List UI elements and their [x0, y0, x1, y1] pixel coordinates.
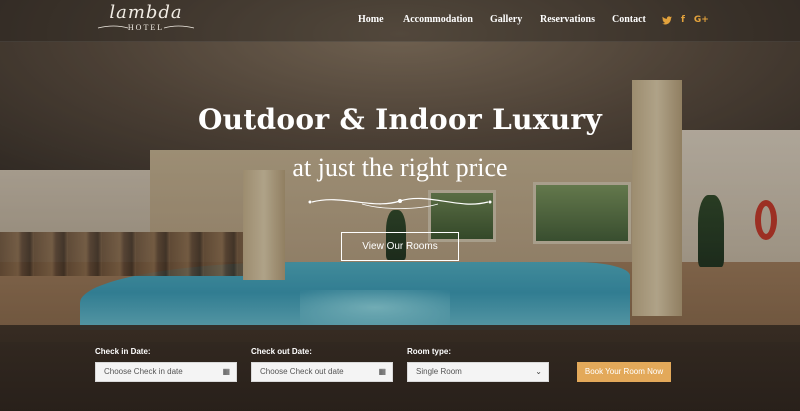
nav-reservations[interactable]: Reservations: [540, 12, 612, 28]
logo-swoosh: [97, 25, 195, 29]
calendar-icon[interactable]: ▦: [222, 363, 230, 381]
social-links: f G+: [662, 12, 709, 31]
logo-script: lambda: [109, 2, 183, 23]
room-type-value: Single Room: [416, 367, 462, 376]
room-type-select[interactable]: Single Room ⌄: [407, 362, 549, 382]
book-room-button[interactable]: Book Your Room Now: [577, 362, 671, 382]
booking-form: Check in Date: Choose Check in date ▦ Ch…: [0, 340, 800, 400]
hero-subtitle: at just the right price: [292, 153, 508, 182]
checkout-label: Check out Date:: [251, 347, 312, 356]
flourish-divider-icon: [308, 197, 492, 209]
nav-gallery[interactable]: Gallery: [490, 12, 540, 28]
checkin-placeholder: Choose Check in date: [104, 367, 183, 376]
twitter-icon[interactable]: [662, 12, 672, 31]
nav-accommodation[interactable]: Accommodation: [403, 12, 490, 28]
checkin-date-field[interactable]: Choose Check in date ▦: [95, 362, 237, 382]
top-navigation-bar: lambda HOTEL Home Accommodation Gallery …: [0, 0, 800, 42]
calendar-icon[interactable]: ▦: [378, 363, 386, 381]
checkout-date-field[interactable]: Choose Check out date ▦: [251, 362, 393, 382]
hero-title: Outdoor & Indoor Luxury: [197, 103, 603, 136]
chevron-down-icon: ⌄: [535, 367, 542, 376]
room-type-label: Room type:: [407, 347, 451, 356]
view-rooms-button[interactable]: View Our Rooms: [341, 232, 459, 261]
checkin-label: Check in Date:: [95, 347, 151, 356]
nav-contact[interactable]: Contact: [612, 12, 652, 28]
facebook-icon[interactable]: f: [681, 12, 685, 31]
main-menu: Home Accommodation Gallery Reservations …: [358, 12, 652, 28]
google-plus-icon[interactable]: G+: [694, 12, 709, 31]
hotel-logo[interactable]: lambda HOTEL: [94, 4, 198, 36]
checkout-placeholder: Choose Check out date: [260, 367, 344, 376]
nav-home[interactable]: Home: [358, 12, 403, 28]
